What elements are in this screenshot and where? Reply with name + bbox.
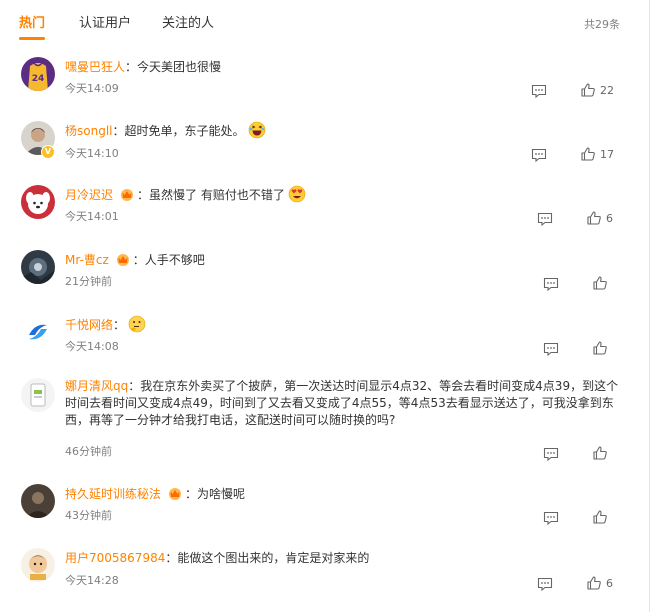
cartoon-boy-avatar[interactable] bbox=[21, 548, 55, 582]
like-icon[interactable] bbox=[580, 146, 596, 162]
tab-active-indicator bbox=[19, 37, 46, 40]
comment-username[interactable]: 杨songll bbox=[65, 124, 113, 138]
like-icon[interactable] bbox=[592, 445, 608, 461]
comment-text: 持久延时训练秘法 ：为啥慢呢 bbox=[65, 484, 625, 504]
like-icon[interactable] bbox=[592, 340, 608, 356]
like-icon[interactable] bbox=[580, 82, 596, 98]
separator: ： bbox=[125, 60, 138, 74]
comment-username[interactable]: 娜月清风qq bbox=[65, 379, 128, 393]
total-count: 共29条 bbox=[584, 18, 620, 31]
dark-scene-avatar[interactable] bbox=[21, 250, 55, 284]
separator: ： bbox=[112, 124, 125, 138]
comment-time: 今天14:09 bbox=[65, 82, 119, 95]
comment-text: 杨songll：超时免单，东子能处。 bbox=[65, 121, 625, 141]
product-avatar[interactable] bbox=[21, 378, 55, 412]
comment-time: 今天14:01 bbox=[65, 210, 119, 223]
vip-crown-icon bbox=[119, 187, 135, 201]
comment-content: 能做这个图出来的，肯定是对家来的 bbox=[177, 551, 370, 565]
comment-text: 千悦网络： bbox=[65, 315, 625, 335]
like-count: 17 bbox=[600, 148, 614, 161]
comment-text: Mr-曹cz ：人手不够吧 bbox=[65, 250, 625, 270]
tab-hot-label: 热门 bbox=[19, 16, 46, 31]
separator: ： bbox=[113, 318, 126, 332]
comment-username[interactable]: 持久延时训练秘法 bbox=[65, 487, 161, 501]
reply-icon[interactable] bbox=[531, 147, 547, 163]
cartoon-dog-avatar[interactable] bbox=[21, 185, 55, 219]
comment-text: 娜月清风qq：我在京东外卖买了个披萨，第一次送达时间显示4点32、等会去看时间变… bbox=[65, 378, 625, 429]
like-count: 6 bbox=[606, 212, 613, 225]
reply-icon[interactable] bbox=[543, 276, 559, 292]
comment-content: 超时免单，东子能处。 bbox=[124, 124, 245, 138]
vip-crown-icon bbox=[167, 486, 183, 500]
tab-following[interactable]: 关注的人 bbox=[162, 15, 214, 33]
heart-eyes-emoji-icon bbox=[288, 185, 306, 203]
tab-verified-users[interactable]: 认证用户 bbox=[79, 15, 131, 33]
reply-icon[interactable] bbox=[543, 341, 559, 357]
comment-text: 用户7005867984：能做这个图出来的，肯定是对家来的 bbox=[65, 548, 625, 568]
comment-content: 今天美团也很慢 bbox=[137, 60, 222, 74]
blue-logo-avatar[interactable] bbox=[21, 315, 55, 349]
comment-content: 人手不够吧 bbox=[144, 253, 205, 267]
dark-photo-avatar[interactable] bbox=[21, 484, 55, 518]
separator: ： bbox=[185, 487, 198, 501]
comment-text: 月冷迟迟 ：虽然慢了 有赔付也不错了 bbox=[65, 185, 625, 205]
comment-time: 21分钟前 bbox=[65, 275, 112, 288]
comment-content: 虽然慢了 有赔付也不错了 bbox=[149, 188, 285, 202]
verified-badge-icon: V bbox=[41, 145, 55, 159]
comment-time: 今天14:10 bbox=[65, 147, 119, 160]
comment-time: 今天14:08 bbox=[65, 340, 119, 353]
reply-icon[interactable] bbox=[537, 211, 553, 227]
comment-username[interactable]: 嘿曼巴狂人 bbox=[65, 60, 125, 74]
svg-text:24: 24 bbox=[32, 74, 45, 84]
like-icon[interactable] bbox=[586, 575, 602, 591]
lakers-jersey-avatar[interactable]: 24 bbox=[21, 57, 55, 91]
comment-tabs: 热门 认证用户 关注的人 共29条 bbox=[0, 0, 648, 48]
thinking-emoji-icon bbox=[128, 315, 146, 333]
reply-icon[interactable] bbox=[543, 510, 559, 526]
reply-icon[interactable] bbox=[531, 83, 547, 99]
comment-text: 嘿曼巴狂人：今天美团也很慢 bbox=[65, 57, 625, 77]
separator: ： bbox=[137, 188, 150, 202]
comment-username[interactable]: 千悦网络 bbox=[65, 318, 113, 332]
like-icon[interactable] bbox=[586, 210, 602, 226]
comment-time: 46分钟前 bbox=[65, 445, 112, 458]
like-icon[interactable] bbox=[592, 275, 608, 291]
comment-username[interactable]: Mr-曹cz bbox=[65, 253, 109, 267]
laughing-emoji-icon bbox=[248, 121, 266, 139]
like-count: 22 bbox=[600, 84, 614, 97]
comment-username[interactable]: 月冷迟迟 bbox=[65, 188, 113, 202]
comment-content: 为啥慢呢 bbox=[197, 487, 246, 501]
like-count: 6 bbox=[606, 577, 613, 590]
reply-icon[interactable] bbox=[543, 446, 559, 462]
comment-content: 我在京东外卖买了个披萨，第一次送达时间显示4点32、等会去看时间变成4点39，到… bbox=[65, 379, 619, 427]
tab-hot[interactable]: 热门 bbox=[19, 15, 46, 40]
comment-time: 今天14:28 bbox=[65, 574, 119, 587]
separator: ： bbox=[165, 551, 178, 565]
comment-username[interactable]: 用户7005867984 bbox=[65, 551, 165, 565]
separator: ： bbox=[128, 379, 141, 393]
vip-crown-icon bbox=[115, 252, 131, 266]
comment-time: 43分钟前 bbox=[65, 509, 112, 522]
separator: ： bbox=[132, 253, 145, 267]
reply-icon[interactable] bbox=[537, 576, 553, 592]
like-icon[interactable] bbox=[592, 509, 608, 525]
